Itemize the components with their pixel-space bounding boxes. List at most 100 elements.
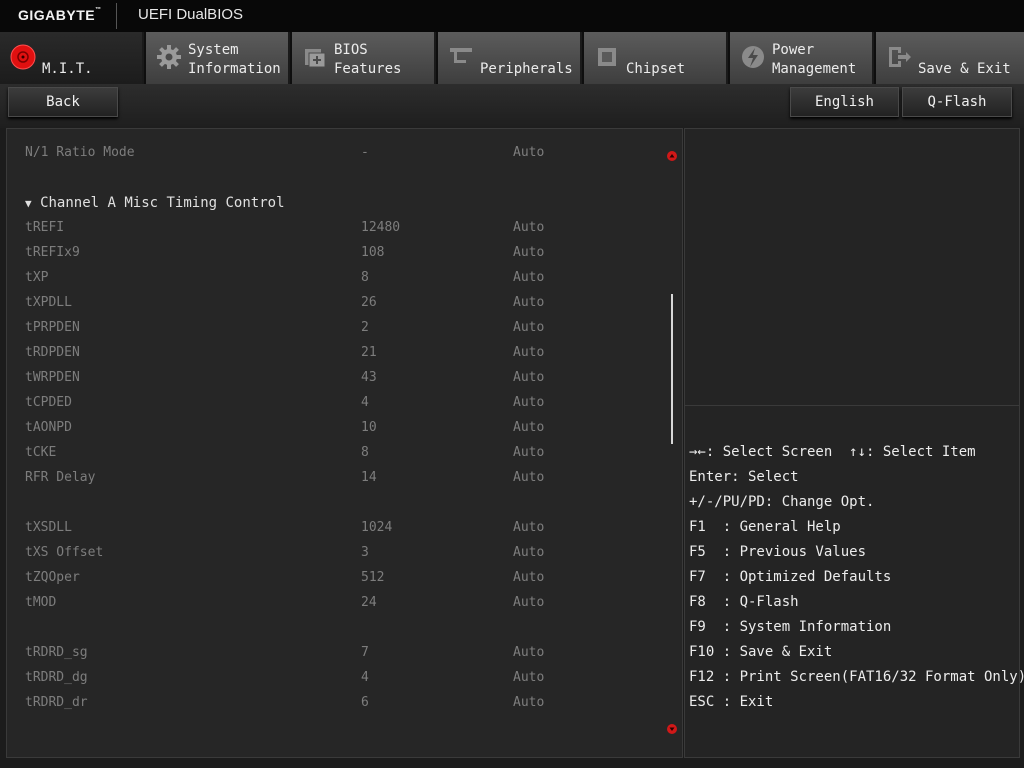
help-line: F12 : Print Screen(FAT16/32 Format Only) xyxy=(689,669,1024,685)
setting-row[interactable]: tAONPD 10 Auto xyxy=(25,420,655,440)
scroll-down-arrow-icon[interactable] xyxy=(667,724,677,734)
setting-value: 8 xyxy=(361,270,369,285)
setting-value: 4 xyxy=(361,670,369,685)
setting-name: RFR Delay xyxy=(25,470,96,485)
setting-name: tXPDLL xyxy=(25,295,72,310)
tab-mit[interactable]: M.I.T. xyxy=(0,32,144,84)
setting-row[interactable]: tREFIx9 108 Auto xyxy=(25,245,655,265)
tab-chipset[interactable]: Chipset xyxy=(584,32,728,84)
setting-name: N/1 Ratio Mode xyxy=(25,145,135,160)
setting-value: 1024 xyxy=(361,520,393,535)
section-title: Channel A Misc Timing Control xyxy=(40,195,285,211)
setting-mode: Auto xyxy=(513,420,545,435)
setting-value: 14 xyxy=(361,470,377,485)
setting-name: tCPDED xyxy=(25,395,72,410)
setting-mode: Auto xyxy=(513,320,545,335)
setting-name: tZQOper xyxy=(25,570,80,585)
back-button[interactable]: Back xyxy=(8,87,118,117)
item-help-panel xyxy=(684,128,1020,406)
mit-icon xyxy=(8,42,38,72)
setting-row[interactable]: tCKE 8 Auto xyxy=(25,445,655,465)
qflash-button[interactable]: Q-Flash xyxy=(902,87,1012,117)
setting-row[interactable]: tCPDED 4 Auto xyxy=(25,395,655,415)
setting-name: tXS Offset xyxy=(25,545,104,560)
setting-name: tXSDLL xyxy=(25,520,72,535)
setting-value: 3 xyxy=(361,545,369,560)
key-help-panel: →←: Select Screen ↑↓: Select Item Enter: … xyxy=(684,405,1024,758)
setting-row[interactable]: tMOD 24 Auto xyxy=(25,595,655,615)
setting-name: tPRPDEN xyxy=(25,320,80,335)
section-header-channel-a-misc[interactable]: ▼ Channel A Misc Timing Control xyxy=(25,195,285,211)
tab-peripherals[interactable]: Peripherals xyxy=(438,32,582,84)
setting-row[interactable]: tWRPDEN 43 Auto xyxy=(25,370,655,390)
setting-name: tMOD xyxy=(25,595,57,610)
setting-value: 6 xyxy=(361,695,369,710)
setting-mode: Auto xyxy=(513,520,545,535)
tab-save-exit[interactable]: Save & Exit xyxy=(876,32,1024,84)
setting-row[interactable]: tREFI 12480 Auto xyxy=(25,220,655,240)
setting-value: 8 xyxy=(361,445,369,460)
setting-name: tREFI xyxy=(25,220,65,235)
top-bar: GIGABYTE™ UEFI DualBIOS xyxy=(0,0,1024,32)
scrollbar-thumb[interactable] xyxy=(671,294,673,444)
tab-system-information-label: System Information xyxy=(188,42,281,77)
help-line: F1 : General Help xyxy=(689,519,841,535)
setting-row[interactable]: tXSDLL 1024 Auto xyxy=(25,520,655,540)
setting-value: 4 xyxy=(361,395,369,410)
collapse-arrow-icon: ▼ xyxy=(25,197,32,210)
tab-chipset-label: Chipset xyxy=(626,61,686,77)
setting-name: tWRPDEN xyxy=(25,370,80,385)
setting-value: 26 xyxy=(361,295,377,310)
scroll-up-arrow-icon[interactable] xyxy=(667,151,677,161)
tab-mit-label: M.I.T. xyxy=(42,61,93,77)
setting-value: 12480 xyxy=(361,220,401,235)
toolbar: Back English Q-Flash xyxy=(0,84,1024,128)
setting-mode: Auto xyxy=(513,395,545,410)
setting-row[interactable]: RFR Delay 14 Auto xyxy=(25,470,655,490)
bios-chip-icon xyxy=(300,42,330,72)
help-line: →←: Select Screen ↑↓: Select Item xyxy=(689,444,976,460)
setting-name: tRDRD_dr xyxy=(25,695,88,710)
language-button[interactable]: English xyxy=(790,87,899,117)
setting-row[interactable]: tRDPDEN 21 Auto xyxy=(25,345,655,365)
setting-mode: Auto xyxy=(513,220,545,235)
setting-row[interactable]: tPRPDEN 2 Auto xyxy=(25,320,655,340)
setting-row[interactable]: tRDRD_dg 4 Auto xyxy=(25,670,655,690)
setting-value: 7 xyxy=(361,645,369,660)
setting-value: 10 xyxy=(361,420,377,435)
setting-value: 24 xyxy=(361,595,377,610)
tab-bios-features-label: BIOS Features xyxy=(334,42,402,77)
setting-row[interactable]: tXP 8 Auto xyxy=(25,270,655,290)
setting-mode: Auto xyxy=(513,295,545,310)
setting-value: - xyxy=(361,145,369,160)
setting-mode: Auto xyxy=(513,345,545,360)
tab-bios-features[interactable]: BIOS Features xyxy=(292,32,436,84)
setting-mode: Auto xyxy=(513,645,545,660)
setting-value: 512 xyxy=(361,570,385,585)
setting-row[interactable]: tRDRD_dr 6 Auto xyxy=(25,695,655,715)
tab-system-information[interactable]: System Information xyxy=(146,32,290,84)
help-line: F9 : System Information xyxy=(689,619,892,635)
setting-value: 2 xyxy=(361,320,369,335)
setting-name: tRDPDEN xyxy=(25,345,80,360)
setting-row[interactable]: tXPDLL 26 Auto xyxy=(25,295,655,315)
brand-divider xyxy=(116,3,117,29)
peripherals-icon xyxy=(446,42,476,72)
tab-peripherals-label: Peripherals xyxy=(480,61,573,77)
help-line: Enter: Select xyxy=(689,469,799,485)
setting-row[interactable]: tZQOper 512 Auto xyxy=(25,570,655,590)
tab-save-exit-label: Save & Exit xyxy=(918,61,1011,77)
chipset-icon xyxy=(592,42,622,72)
setting-row[interactable]: tRDRD_sg 7 Auto xyxy=(25,645,655,665)
help-line: F8 : Q-Flash xyxy=(689,594,799,610)
setting-row[interactable]: tXS Offset 3 Auto xyxy=(25,545,655,565)
tab-power-management[interactable]: Power Management xyxy=(730,32,874,84)
tab-power-management-label: Power Management xyxy=(772,42,857,77)
setting-name: tREFIx9 xyxy=(25,245,80,260)
help-line: +/-/PU/PD: Change Opt. xyxy=(689,494,875,510)
exit-icon xyxy=(884,42,914,72)
help-line: F7 : Optimized Defaults xyxy=(689,569,892,585)
setting-row-n1-ratio-mode[interactable]: N/1 Ratio Mode - Auto xyxy=(25,145,655,165)
setting-name: tRDRD_sg xyxy=(25,645,88,660)
brand-logo: GIGABYTE™ xyxy=(18,7,102,23)
